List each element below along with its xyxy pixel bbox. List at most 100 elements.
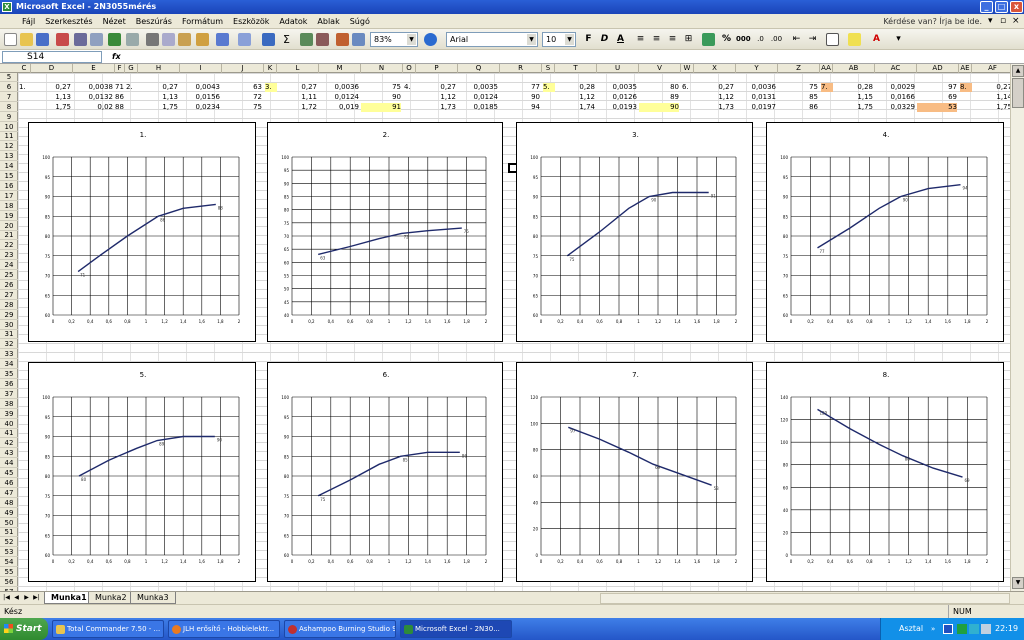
network-icon[interactable] [969, 624, 979, 634]
row-header[interactable]: 35 [0, 370, 18, 379]
table-cell[interactable]: 1,12 [694, 93, 734, 102]
column-header[interactable]: D [31, 64, 73, 73]
decrease-indent-icon[interactable]: ⇤ [790, 33, 803, 46]
scroll-up-icon[interactable]: ▲ [1012, 65, 1024, 77]
print-icon[interactable] [74, 33, 87, 46]
row-header[interactable]: 19 [0, 212, 18, 221]
table-cell[interactable]: 75 [778, 83, 818, 92]
table-cell[interactable]: 1,13 [138, 93, 178, 102]
chart-wizard-icon[interactable] [336, 33, 349, 46]
column-header[interactable]: AB [833, 64, 875, 73]
table-cell[interactable]: 1,14 [972, 93, 1012, 102]
formula-input[interactable] [130, 51, 1010, 63]
help-search-input[interactable]: Kérdése van? Írja be ide. [881, 16, 984, 27]
table-cell[interactable]: 0,019 [319, 103, 359, 112]
close-workbook-icon[interactable]: × [1012, 14, 1020, 29]
table-cell[interactable]: 0,0131 [736, 93, 777, 102]
table-cell[interactable]: 0,27 [972, 83, 1012, 92]
copy-icon[interactable] [162, 33, 175, 46]
table-cell[interactable]: 1,13 [31, 93, 71, 102]
column-header[interactable]: P [416, 64, 458, 73]
currency-icon[interactable] [702, 33, 715, 46]
bold-button[interactable]: F [582, 33, 595, 46]
chart-1[interactable]: 1. 60 65 70 75 80 85 90 95 100 0 0,2 0,4 0,6 0,8 1 1,2 1,… [28, 122, 256, 342]
chart-6[interactable]: 6. 60 65 70 75 80 85 90 95 100 0 0,2 0,4 0,6 0,8 1 1,2 1,… [267, 362, 503, 582]
chart-7[interactable]: 7. 0 20 40 60 80 100 120 0 0,2 0,4 0,6 0,8 1 1,2 1,4 1,6… [516, 362, 753, 582]
row-header[interactable]: 53 [0, 548, 18, 558]
column-header[interactable]: U [597, 64, 639, 73]
table-cell[interactable]: 89 [639, 93, 679, 102]
drawing-icon[interactable] [352, 33, 365, 46]
maximize-icon[interactable]: □ [995, 1, 1008, 13]
sort-ascending-icon[interactable] [300, 33, 313, 46]
row-header[interactable]: 39 [0, 410, 18, 419]
row-header[interactable]: 28 [0, 301, 18, 310]
table-cell[interactable]: 0,0043 [180, 83, 221, 92]
row-header[interactable]: 9 [0, 113, 18, 122]
column-header[interactable]: AD [917, 64, 959, 73]
table-cell[interactable]: 0,27 [31, 83, 71, 92]
column-header[interactable]: G [125, 64, 138, 73]
row-header[interactable]: 5 [0, 73, 18, 82]
table-cell[interactable]: 91 [361, 102, 401, 112]
row-header[interactable]: 48 [0, 499, 18, 508]
row-header[interactable]: 40 [0, 420, 18, 429]
table-cell[interactable]: 90 [500, 93, 540, 102]
format-painter-icon[interactable] [196, 33, 209, 46]
group-label[interactable]: 5. [543, 82, 555, 92]
table-cell[interactable]: 0,0132 [73, 93, 114, 102]
table-cell[interactable]: 94 [500, 103, 540, 112]
menu-help[interactable]: Súgó [345, 14, 375, 29]
table-cell[interactable]: 0,0036 [736, 83, 777, 92]
row-header[interactable]: 22 [0, 241, 18, 251]
table-cell[interactable]: 1,75 [138, 103, 178, 112]
table-cell[interactable]: 1,75 [833, 103, 873, 112]
column-header[interactable]: I [180, 64, 222, 73]
table-cell[interactable]: 0,0193 [597, 103, 638, 112]
table-cell[interactable]: 0,0234 [180, 103, 221, 112]
volume-icon[interactable] [981, 624, 991, 634]
row-header[interactable]: 38 [0, 400, 18, 409]
chart-4[interactable]: 4. 60 65 70 75 80 85 90 95 100 0 0,2 0,4 0,6 0,8 1 1,2 1,… [766, 122, 1004, 342]
column-header[interactable]: E [73, 64, 115, 73]
table-cell[interactable]: 0,27 [277, 83, 317, 92]
group-label[interactable]: 6. [682, 83, 694, 92]
table-cell[interactable]: 0,0124 [458, 93, 499, 102]
permission-icon[interactable] [56, 33, 69, 46]
save-icon[interactable] [36, 33, 49, 46]
redo-icon[interactable] [238, 33, 251, 46]
table-cell[interactable]: 0,0166 [875, 93, 916, 102]
row-header[interactable]: 56 [0, 578, 18, 587]
fx-icon[interactable]: fx [112, 50, 121, 64]
tray-lang[interactable]: Asztal [899, 618, 923, 640]
row-header[interactable]: 30 [0, 321, 18, 330]
row-header[interactable]: 20 [0, 222, 18, 231]
new-icon[interactable] [4, 33, 17, 46]
column-header[interactable]: O [403, 64, 416, 73]
sort-descending-icon[interactable] [316, 33, 329, 46]
undo-icon[interactable] [216, 33, 229, 46]
row-header[interactable]: 10 [0, 123, 18, 132]
column-header[interactable]: L [277, 64, 319, 73]
task-ashampoo[interactable]: Ashampoo Burning Studio 9 [284, 620, 396, 638]
prev-sheet-icon[interactable]: ◀ [12, 593, 21, 603]
table-cell[interactable]: 0,27 [694, 83, 734, 92]
row-header[interactable]: 8 [0, 103, 18, 112]
first-sheet-icon[interactable]: |◀ [2, 593, 11, 603]
print-preview-icon[interactable] [90, 33, 103, 46]
task-firefox[interactable]: JLH erősítő - Hobbielektr... [168, 620, 280, 638]
column-header[interactable]: C [18, 64, 31, 73]
table-cell[interactable]: 0,0029 [875, 83, 916, 92]
column-header[interactable]: R [500, 64, 542, 73]
table-cell[interactable]: 85 [778, 93, 818, 102]
row-header[interactable]: 12 [0, 142, 18, 152]
table-cell[interactable]: 0,0329 [875, 103, 916, 112]
close-icon[interactable]: x [1010, 1, 1023, 13]
row-header[interactable]: 17 [0, 192, 18, 201]
table-cell[interactable]: 88 [115, 103, 124, 112]
row-header[interactable]: 51 [0, 528, 18, 538]
table-cell[interactable]: 0,27 [416, 83, 456, 92]
autosum-icon[interactable]: Σ [280, 33, 293, 46]
row-header[interactable]: 55 [0, 568, 18, 577]
row-header[interactable]: 43 [0, 449, 18, 459]
